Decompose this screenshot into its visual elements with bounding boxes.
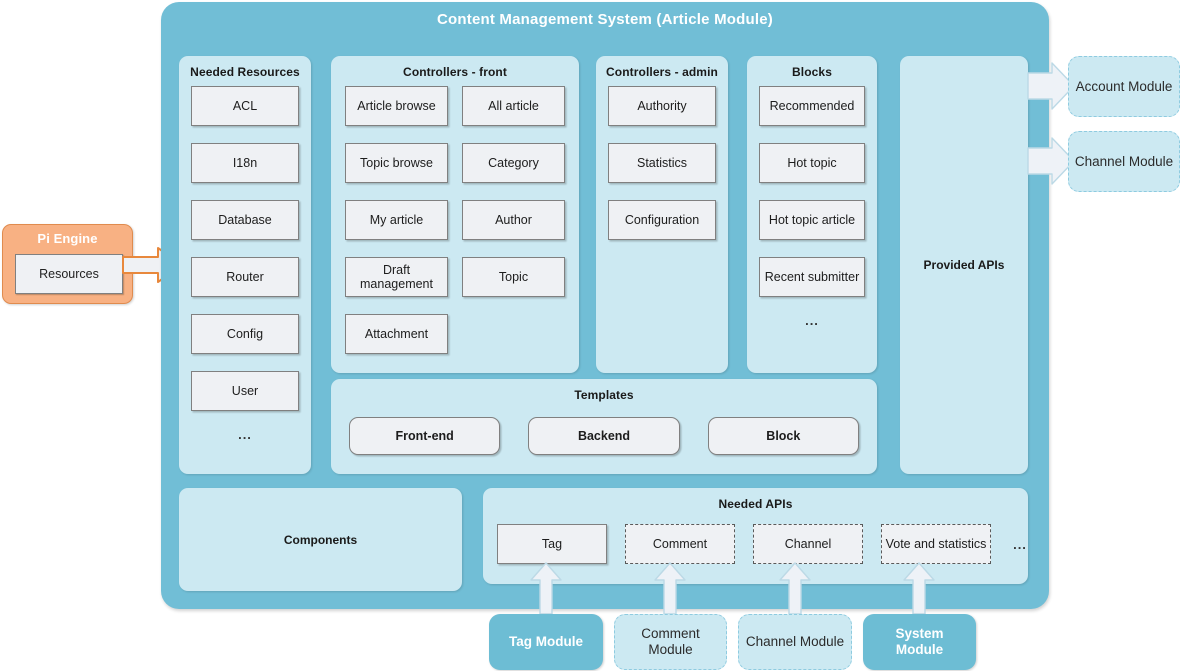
needed-api-comment[interactable]: Comment xyxy=(625,524,735,564)
page-title: Content Management System (Article Modul… xyxy=(437,11,773,28)
resource-item-config[interactable]: Config xyxy=(191,314,299,354)
external-module-account[interactable]: Account Module xyxy=(1068,56,1180,117)
controllers-admin-title: Controllers - admin xyxy=(606,65,718,79)
resource-item-acl[interactable]: ACL xyxy=(191,86,299,126)
controller-front-category[interactable]: Category xyxy=(462,143,565,183)
panel-components: Components xyxy=(179,488,462,591)
template-backend[interactable]: Backend xyxy=(528,417,680,455)
components-title: Components xyxy=(283,532,358,547)
needed-apis-ellipsis: ... xyxy=(1013,536,1027,552)
bottom-module-system[interactable]: System Module xyxy=(863,614,976,670)
panel-blocks: Blocks Recommended Hot topic Hot topic a… xyxy=(747,56,877,373)
bottom-module-comment[interactable]: Comment Module xyxy=(614,614,727,670)
controller-front-my-article[interactable]: My article xyxy=(345,200,448,240)
needed-resources-ellipsis: ... xyxy=(238,427,252,442)
bottom-module-tag[interactable]: Tag Module xyxy=(489,614,603,670)
blocks-ellipsis: ... xyxy=(805,313,819,328)
pi-engine-resources-box[interactable]: Resources xyxy=(15,254,123,294)
resource-item-router[interactable]: Router xyxy=(191,257,299,297)
needed-apis-title: Needed APIs xyxy=(718,497,793,511)
panel-needed-resources: Needed Resources ACL I18n Database Route… xyxy=(179,56,311,474)
controller-front-all-article[interactable]: All article xyxy=(462,86,565,126)
resource-item-user[interactable]: User xyxy=(191,371,299,411)
bottom-module-system-label: System Module xyxy=(895,626,944,657)
template-block[interactable]: Block xyxy=(707,417,859,455)
pi-engine-box[interactable]: Pi Engine Resources xyxy=(2,224,133,304)
controller-admin-configuration[interactable]: Configuration xyxy=(608,200,716,240)
panel-controllers-admin: Controllers - admin Authority Statistics… xyxy=(596,56,728,373)
bottom-module-tag-label: Tag Module xyxy=(509,634,583,650)
pi-engine-title: Pi Engine xyxy=(37,231,98,246)
external-module-channel[interactable]: Channel Module xyxy=(1068,131,1180,192)
controller-front-topic[interactable]: Topic xyxy=(462,257,565,297)
blocks-title: Blocks xyxy=(792,65,832,79)
panel-provided-apis: Provided APIs xyxy=(900,56,1028,474)
controller-front-topic-browse[interactable]: Topic browse xyxy=(345,143,448,183)
resource-item-database[interactable]: Database xyxy=(191,200,299,240)
controller-front-author[interactable]: Author xyxy=(462,200,565,240)
external-module-account-label: Account Module xyxy=(1075,78,1173,94)
panel-needed-apis: Needed APIs Tag Comment Channel Vote and… xyxy=(483,488,1028,584)
diagram-canvas: Pi Engine Resources Content Management S… xyxy=(0,0,1181,671)
resource-item-i18n[interactable]: I18n xyxy=(191,143,299,183)
bottom-module-channel-label: Channel Module xyxy=(745,634,845,650)
templates-title: Templates xyxy=(574,388,634,402)
block-item-hot-topic-article[interactable]: Hot topic article xyxy=(759,200,865,240)
cms-container: Content Management System (Article Modul… xyxy=(161,2,1049,609)
external-module-channel-label: Channel Module xyxy=(1074,153,1174,169)
panel-controllers-front: Controllers - front Article browse All a… xyxy=(331,56,579,373)
controllers-front-title: Controllers - front xyxy=(403,65,507,79)
template-front-end[interactable]: Front-end xyxy=(349,417,501,455)
controller-front-draft-management[interactable]: Draft management xyxy=(345,257,448,297)
controller-admin-authority[interactable]: Authority xyxy=(608,86,716,126)
bottom-module-channel[interactable]: Channel Module xyxy=(738,614,852,670)
controller-admin-statistics[interactable]: Statistics xyxy=(608,143,716,183)
controller-front-article-browse[interactable]: Article browse xyxy=(345,86,448,126)
provided-apis-title: Provided APIs xyxy=(923,258,1005,272)
bottom-module-comment-label: Comment Module xyxy=(641,626,700,657)
needed-api-channel[interactable]: Channel xyxy=(753,524,863,564)
block-item-recommended[interactable]: Recommended xyxy=(759,86,865,126)
needed-api-vote-and-statistics[interactable]: Vote and statistics xyxy=(881,524,991,564)
controller-front-attachment[interactable]: Attachment xyxy=(345,314,448,354)
block-item-recent-submitter[interactable]: Recent submitter xyxy=(759,257,865,297)
block-item-hot-topic[interactable]: Hot topic xyxy=(759,143,865,183)
needed-api-tag[interactable]: Tag xyxy=(497,524,607,564)
needed-resources-title: Needed Resources xyxy=(190,65,300,79)
panel-templates: Templates Front-end Backend Block xyxy=(331,379,877,474)
